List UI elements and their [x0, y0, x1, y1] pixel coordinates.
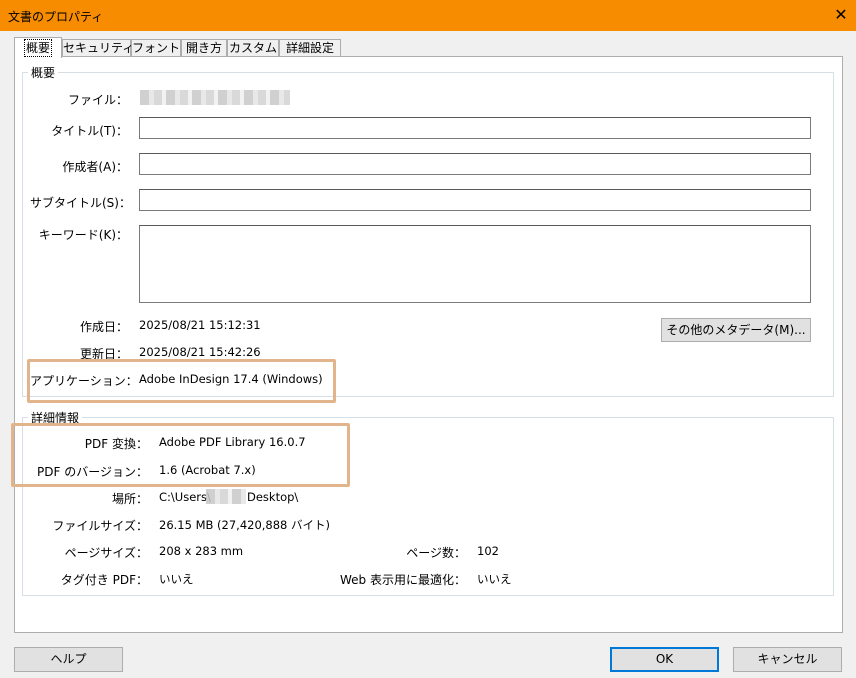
- cancel-button[interactable]: キャンセル: [733, 647, 842, 672]
- close-icon[interactable]: ✕: [829, 3, 853, 27]
- tagged-pdf-label: タグ付き PDF：: [60, 573, 148, 587]
- tab-summary[interactable]: 概要: [14, 37, 62, 58]
- tab-advanced[interactable]: 詳細設定: [279, 39, 341, 57]
- page-size-value: 208 x 283 mm: [159, 544, 244, 558]
- title-label: タイトル(T)：: [51, 124, 128, 138]
- file-size-value: 26.15 MB (27,420,888 バイト): [159, 518, 331, 532]
- more-metadata-button[interactable]: その他のメタデータ(M)...: [661, 318, 811, 342]
- location-label: 場所：: [111, 492, 148, 506]
- file-size-label: ファイルサイズ：: [52, 519, 148, 533]
- location-value-end: Desktop\: [247, 490, 299, 504]
- page-size-label: ページサイズ：: [64, 546, 148, 560]
- summary-group-title: 概要: [28, 64, 59, 81]
- tagged-pdf-value: いいえ: [159, 572, 194, 586]
- ok-button[interactable]: OK: [610, 647, 719, 672]
- application-highlight-box: [27, 359, 336, 403]
- author-label: 作成者(A)：: [62, 160, 128, 174]
- location-value-start: C:\Users\: [159, 490, 211, 504]
- window-title: 文書のプロパティ: [8, 10, 104, 24]
- keywords-field[interactable]: [139, 225, 811, 303]
- keywords-label: キーワード(K)：: [38, 228, 128, 242]
- modified-value: 2025/08/21 15:42:26: [139, 345, 261, 359]
- created-value: 2025/08/21 15:12:31: [139, 318, 261, 332]
- subject-field[interactable]: [139, 189, 811, 211]
- subject-label: サブタイトル(S)：: [30, 196, 131, 210]
- file-label: ファイル：: [67, 93, 128, 107]
- tab-security[interactable]: セキュリティ: [62, 39, 134, 57]
- page-count-value: 102: [477, 544, 499, 558]
- tab-fonts[interactable]: フォント: [131, 39, 181, 57]
- tab-initial-view[interactable]: 開き方: [181, 39, 227, 57]
- page-count-label: ページ数：: [406, 546, 466, 560]
- title-field[interactable]: [139, 117, 811, 139]
- author-field[interactable]: [139, 153, 811, 175]
- help-button[interactable]: ヘルプ: [14, 647, 123, 672]
- created-label: 作成日：: [79, 320, 128, 334]
- pdf-info-highlight-box: [11, 423, 350, 487]
- file-name-redacted: [140, 90, 290, 105]
- fast-web-view-value: いいえ: [477, 572, 512, 586]
- tab-custom[interactable]: カスタム: [227, 39, 279, 57]
- location-redacted: [206, 489, 246, 504]
- fast-web-view-label: Web 表示用に最適化：: [340, 573, 466, 587]
- title-bar: 文書のプロパティ ✕: [0, 0, 856, 31]
